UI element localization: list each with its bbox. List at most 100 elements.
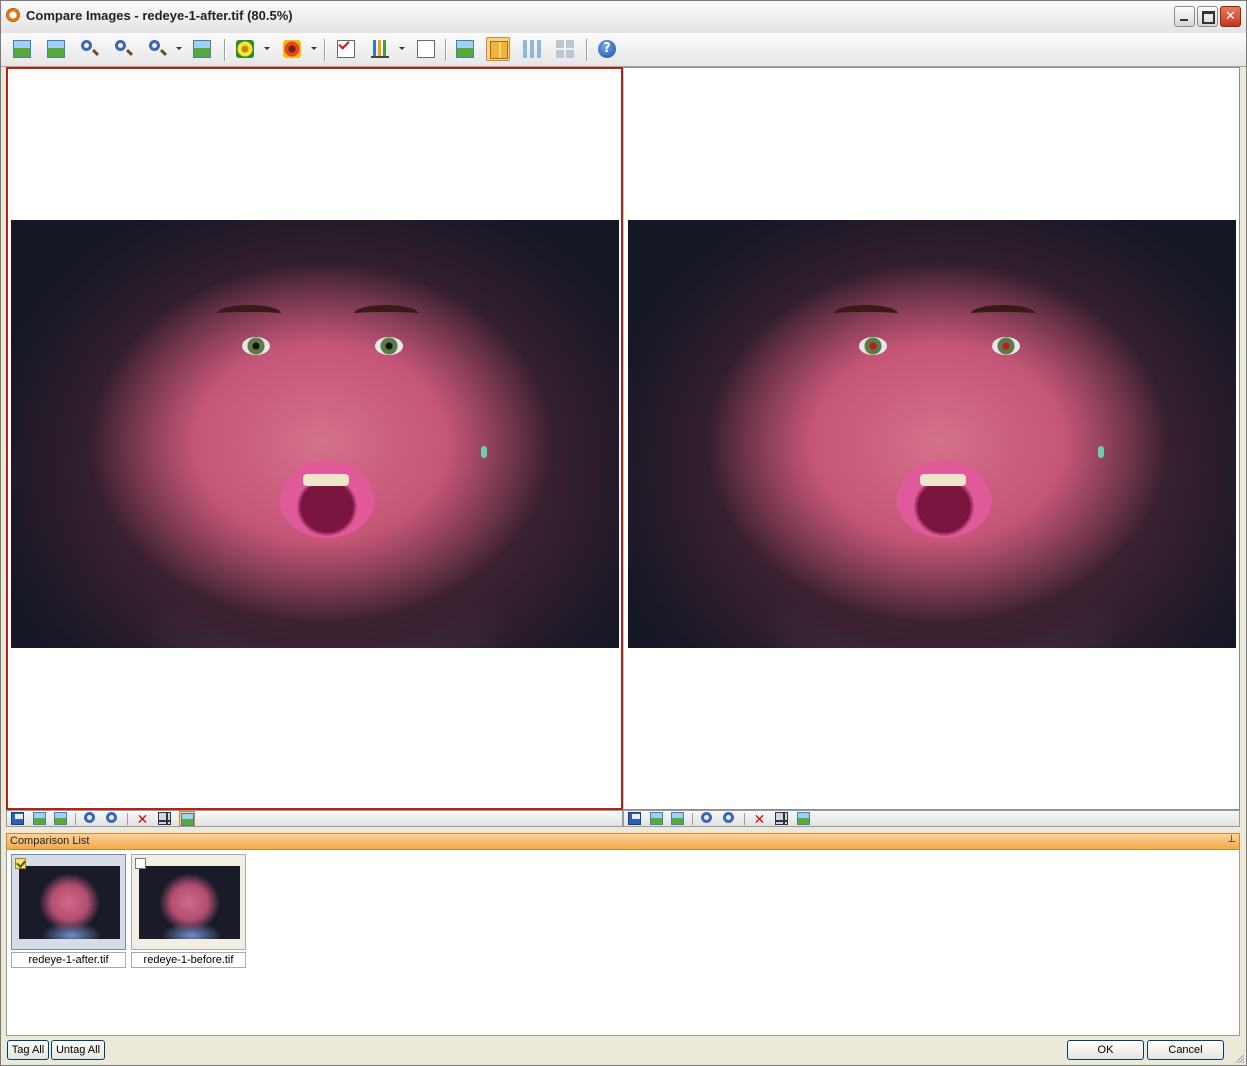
histogram-icon [371,40,389,58]
properties-button[interactable] [414,37,438,61]
tag-all-button[interactable]: Tag All [7,1040,49,1060]
zoom-dropdown-arrow[interactable] [176,47,182,50]
single-view-icon [456,40,474,58]
tag-checkbox[interactable] [135,858,146,869]
app-icon [6,8,20,22]
pin-icon[interactable]: ⊥ [1227,834,1236,845]
red-eye-button[interactable] [280,37,304,61]
fit-image-button[interactable] [190,37,214,61]
thumbnail-label: redeye-1-before.tif [131,952,246,968]
cancel-button[interactable]: Cancel [1147,1040,1224,1060]
overlay-icon [797,812,810,825]
save-button[interactable] [627,811,643,826]
replace-button[interactable] [53,811,69,826]
grid-button[interactable] [774,811,790,826]
fit-image-icon [193,40,211,58]
tag-button[interactable] [334,37,358,61]
grid-icon [158,812,171,825]
pane-zoom-in-button[interactable] [83,811,99,826]
replace-icon [54,812,67,825]
zoom-out-icon [723,812,734,823]
right-eye-red [992,337,1020,355]
histogram-button[interactable] [368,37,392,61]
replace-button[interactable] [670,811,686,826]
three-up-view-icon [523,40,541,58]
overlay-icon [181,813,194,826]
replace-image-button[interactable] [44,37,68,61]
toolbar-divider [324,39,325,61]
enhance-dropdown-arrow[interactable] [264,47,270,50]
close-image-button[interactable]: ✕ [135,811,151,828]
minimize-button[interactable] [1174,6,1195,27]
right-image-pane[interactable] [623,67,1240,810]
main-toolbar: ? [0,33,1247,67]
overlay-button[interactable] [796,811,812,826]
toolbar-divider [224,39,225,61]
add-image-icon [13,40,31,58]
toolbar-divider [445,39,446,61]
enhance-icon [236,40,254,58]
zoom-out-icon [115,40,126,51]
comparison-list: redeye-1-after.tif redeye-1-before.tif [6,850,1240,1036]
two-up-view-button[interactable] [486,37,510,61]
red-eye-icon [283,40,301,58]
enhance-button[interactable] [233,37,257,61]
open-button[interactable] [32,811,48,826]
left-eye-red [859,337,887,355]
right-eye [375,337,403,355]
zoom-menu-button[interactable] [146,37,170,61]
resize-grip[interactable] [1234,1053,1244,1063]
save-icon [11,812,24,825]
open-button[interactable] [649,811,665,826]
left-image-pane[interactable] [6,67,623,810]
pane-zoom-in-button[interactable] [700,811,716,826]
left-pane-toolbar: ✕ [6,810,623,828]
tag-checkbox[interactable] [15,858,26,869]
zoom-in-icon [701,812,712,823]
bottom-bar: Tag All Untag All OK Cancel [0,1036,1247,1066]
maximize-button[interactable] [1197,6,1218,27]
untag-all-button[interactable]: Untag All [51,1040,105,1060]
thumbnail-after[interactable] [11,854,126,950]
thumbnail-label: redeye-1-after.tif [11,952,126,968]
help-button[interactable]: ? [595,37,619,61]
zoom-in-icon [81,40,92,51]
thumbnail-image [19,866,120,939]
thumbnail-before[interactable] [131,854,246,950]
replace-image-icon [47,40,65,58]
red-eye-dropdown-arrow[interactable] [311,47,317,50]
open-icon [650,812,663,825]
pane-zoom-out-button[interactable] [105,811,121,826]
thumbnail-image [139,866,240,939]
three-up-view-button[interactable] [520,37,544,61]
four-up-view-icon [556,40,574,58]
window-title: Compare Images - redeye-1-after.tif (80.… [26,8,293,23]
right-photo [628,220,1236,648]
zoom-out-icon [106,812,117,823]
close-image-button[interactable]: ✕ [752,811,768,828]
grid-button[interactable] [157,811,173,826]
add-image-button[interactable] [10,37,34,61]
single-view-button[interactable] [453,37,477,61]
toolbar-divider [586,39,587,61]
open-icon [33,812,46,825]
grid-icon [775,812,788,825]
close-window-button[interactable] [1220,6,1241,27]
zoom-dropdown-icon [149,40,160,51]
left-eye [242,337,270,355]
zoom-out-button[interactable] [112,37,136,61]
four-up-view-button[interactable] [553,37,577,61]
zoom-in-button[interactable] [78,37,102,61]
histogram-dropdown-arrow[interactable] [399,47,405,50]
comparison-list-header: Comparison List ⊥ [6,833,1240,850]
properties-icon [417,40,435,58]
title-bar: Compare Images - redeye-1-after.tif (80.… [0,0,1247,34]
close-icon: ✕ [136,812,149,828]
left-photo [11,220,619,648]
overlay-button[interactable] [179,811,195,826]
save-button[interactable] [10,811,26,826]
zoom-in-icon [84,812,95,823]
pane-zoom-out-button[interactable] [722,811,738,826]
replace-icon [671,812,684,825]
ok-button[interactable]: OK [1067,1040,1144,1060]
